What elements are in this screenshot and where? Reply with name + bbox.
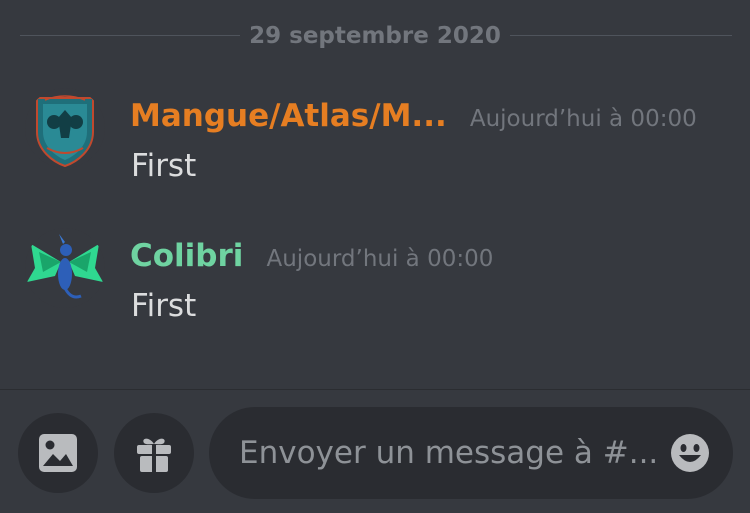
message-timestamp: Aujourd’hui à 00:00 (266, 246, 494, 272)
message-composer: Envoyer un message à #... (0, 389, 750, 513)
author-name[interactable]: Colibri (130, 236, 243, 276)
date-label: 29 septembre 2020 (249, 23, 501, 49)
message-content: First (131, 148, 197, 184)
message-header: Colibri Aujourd’hui à 00:00 (130, 236, 493, 276)
message-input-placeholder: Envoyer un message à #... (239, 435, 659, 471)
dragon-icon (25, 228, 105, 308)
message-content: First (131, 288, 197, 324)
message-header: Mangue/Atlas/M... Aujourd’hui à 00:00 (130, 96, 697, 136)
image-icon (39, 434, 77, 472)
message-input[interactable]: Envoyer un message à #... (209, 407, 733, 499)
upload-image-button[interactable] (18, 413, 98, 493)
message-item[interactable]: Mangue/Atlas/M... Aujourd’hui à 00:00 Fi… (0, 88, 750, 198)
gift-button[interactable] (114, 413, 194, 493)
message-timestamp: Aujourd’hui à 00:00 (469, 106, 697, 132)
divider-line-left (20, 35, 240, 36)
wolf-emblem-icon (25, 88, 105, 168)
divider-line-right (510, 35, 732, 36)
dragon-avatar[interactable] (25, 228, 105, 308)
wolf-emblem-avatar[interactable] (25, 88, 105, 168)
author-name[interactable]: Mangue/Atlas/M... (130, 96, 447, 136)
gift-icon (137, 438, 171, 472)
chat-view: 29 septembre 2020 Mangue/Atlas/M... Aujo… (0, 0, 750, 513)
message-item[interactable]: Colibri Aujourd’hui à 00:00 First (0, 228, 750, 338)
date-divider: 29 septembre 2020 (0, 0, 750, 72)
emoji-icon[interactable] (669, 432, 711, 474)
